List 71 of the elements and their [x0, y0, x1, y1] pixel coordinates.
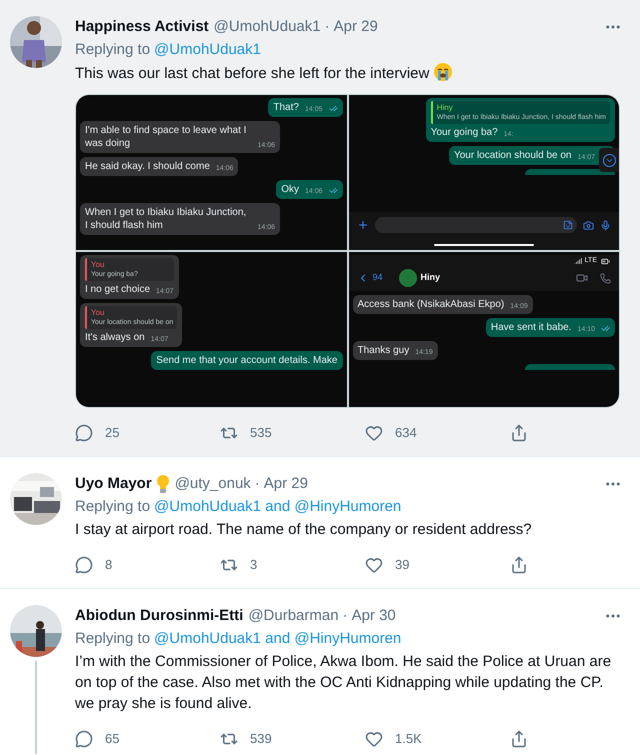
- microphone-icon[interactable]: [600, 220, 611, 230]
- share-button[interactable]: [510, 730, 528, 748]
- tweet-date: Apr 29: [334, 16, 378, 37]
- phone-icon[interactable]: [600, 272, 611, 284]
- quote-author: Hiny: [436, 103, 454, 113]
- speech-bubble-icon: [75, 556, 93, 574]
- author-handle: @Durbarman: [248, 606, 339, 626]
- like-button[interactable]: 634: [365, 423, 417, 443]
- reply-button[interactable]: 25: [75, 423, 120, 443]
- retweet-button[interactable]: 539: [220, 729, 272, 749]
- message-text: I no get choice: [85, 283, 150, 296]
- attach-icon[interactable]: [356, 219, 368, 231]
- separator-dot: ·: [342, 606, 348, 626]
- retweet-button[interactable]: 535: [220, 423, 272, 443]
- message-text: Thanks guy: [358, 344, 410, 357]
- message-text: He said okay. I should come: [85, 160, 210, 173]
- mention-link[interactable]: @UmohUduak1 and @HinyHumoren: [154, 496, 402, 518]
- reply-button[interactable]: 65: [75, 729, 120, 749]
- heart-icon: [365, 730, 383, 748]
- share-icon: [510, 730, 528, 748]
- quote-author: You: [91, 308, 106, 318]
- tweet-text: I stay at airport road. The name of the company or resident address?: [75, 520, 533, 540]
- signal-icon: [574, 257, 582, 265]
- tweet-date: Apr 30: [352, 606, 396, 626]
- mention-link[interactable]: @UmohUduak1: [154, 38, 261, 62]
- message-input[interactable]: [374, 217, 577, 233]
- message-text: Oky: [281, 183, 299, 196]
- like-button[interactable]: 39: [365, 555, 410, 575]
- author-name: Uyo Mayor: [75, 474, 152, 494]
- tweet-text: This was our last chat before she left for the interview: [75, 62, 630, 84]
- author-name: Abiodun Durosinmi-Etti: [75, 606, 244, 626]
- replying-label: Replying to: [75, 496, 150, 517]
- contact-avatar: [398, 269, 417, 287]
- replying-label: Replying to: [75, 628, 150, 649]
- message-text: That?: [273, 101, 299, 114]
- scroll-down-button[interactable]: [599, 148, 619, 172]
- retweet-button[interactable]: 3: [220, 555, 258, 575]
- speech-bubble-icon: [75, 730, 93, 748]
- tweet-date: Apr 29: [264, 474, 308, 494]
- message-text: Have sent it babe.: [490, 321, 572, 334]
- share-icon: [510, 424, 528, 442]
- unread-count: 94: [372, 271, 383, 284]
- separator-dot: ·: [324, 16, 330, 37]
- tweet-text: I’m with the Commissioner of Police, Akwa Ibom. He said the Police at Uruan are on top of the case. Also met with the OC Anti Kidnapping while updating the CP. we pray she is found alive.: [75, 652, 612, 714]
- message-text: I'm able to find space to leave what I was doing: [85, 124, 248, 150]
- reply-button[interactable]: 8: [75, 555, 112, 575]
- replying-label: Replying to: [75, 40, 150, 60]
- message-text: When I get to Ibiaku Ibiaku Junction, I should flash him: [85, 206, 248, 232]
- share-button[interactable]: [510, 556, 528, 574]
- sticker-icon[interactable]: [563, 220, 573, 230]
- author-handle: @UmohUduak1: [214, 16, 321, 37]
- author-handle: @uty_onuk: [174, 474, 251, 494]
- heart-icon: [365, 556, 383, 574]
- heart-icon: [365, 424, 383, 442]
- video-call-icon[interactable]: [576, 272, 588, 284]
- mention-link[interactable]: @UmohUduak1 and @HinyHumoren: [154, 628, 402, 650]
- message-text: Access bank (NsikakAbasi Ekpo): [358, 298, 504, 311]
- message-text: Your going ba?: [430, 126, 498, 139]
- speech-bubble-icon: [75, 424, 93, 442]
- message-text: Send me that your account details. Make: [156, 354, 338, 367]
- author-name: Happiness Activist: [75, 16, 209, 37]
- message-text: Your location should be on: [454, 149, 572, 162]
- quote-author: You: [91, 260, 106, 270]
- share-icon: [510, 556, 528, 574]
- share-button[interactable]: [510, 424, 528, 442]
- separator-dot: ·: [254, 474, 260, 494]
- battery-icon: [600, 256, 611, 266]
- like-button[interactable]: 1.5K: [365, 729, 422, 749]
- message-text: It's always on: [85, 331, 145, 344]
- contact-name: Hiny: [420, 271, 440, 284]
- camera-icon[interactable]: [583, 220, 594, 230]
